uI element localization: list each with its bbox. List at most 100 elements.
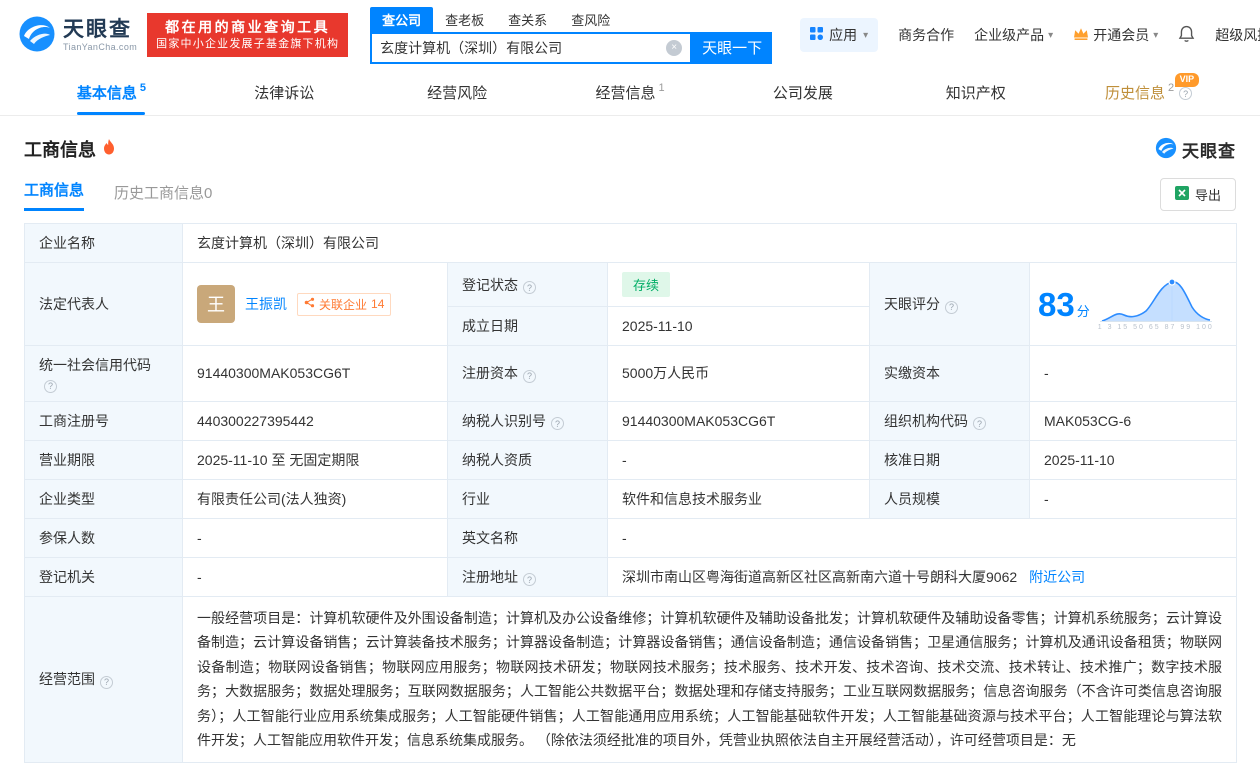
label-text: 组织机构代码	[884, 413, 968, 429]
field-value: 91440300MAK053CG6T	[183, 346, 448, 402]
field-value: 存续	[608, 263, 870, 307]
score-unit: 分	[1077, 304, 1090, 319]
legal-rep-link[interactable]: 王振凯	[245, 294, 287, 314]
help-icon[interactable]: ?	[523, 281, 536, 294]
label-text: 成立日期	[462, 318, 518, 334]
field-label: 行业	[448, 479, 608, 518]
company-name: 玄度计算机（深圳）有限公司	[197, 235, 379, 251]
field-label: 参保人数	[25, 518, 183, 557]
field-value: 一般经营项目是：计算机软硬件及外围设备制造；计算机及办公设备维修；计算机软硬件及…	[183, 596, 1237, 762]
tab-company-development[interactable]: 公司发展	[716, 70, 889, 115]
nearby-companies-link[interactable]: 附近公司	[1029, 569, 1085, 585]
export-button[interactable]: 导出	[1160, 178, 1236, 211]
help-icon[interactable]: ?	[100, 676, 113, 689]
open-membership-label: 开通会员	[1093, 25, 1149, 45]
hot-flame-icon	[102, 139, 116, 160]
search-tab-risk[interactable]: 查风险	[559, 7, 622, 32]
promo-banner: 都在用的商业查询工具 国家中小企业发展子基金旗下机构	[147, 13, 348, 58]
top-right-nav: 应用 ▾ 商务合作 企业级产品 ▾ 开通会员 ▾ 超级风控	[800, 18, 1260, 52]
search-tabs: 查公司 查老板 查关系 查风险	[370, 7, 772, 32]
section-header: 工商信息 天眼查	[24, 136, 1236, 162]
clear-search-icon[interactable]: ×	[666, 40, 682, 56]
value-text: 91440300MAK053CG6T	[197, 365, 350, 381]
table-row: 登记机关 - 注册地址? 深圳市南山区粤海街道高新区社区高新南六道十号朗科大厦9…	[25, 557, 1237, 596]
field-value: 有限责任公司(法人独资)	[183, 479, 448, 518]
legal-rep-content: 王 王振凯 关联企业 14	[197, 285, 433, 323]
field-label: 登记状态?	[448, 263, 608, 307]
avatar[interactable]: 王	[197, 285, 235, 323]
field-value: -	[183, 557, 448, 596]
crown-icon	[1073, 27, 1089, 44]
subtab-business-registration[interactable]: 工商信息	[24, 179, 84, 211]
field-label: 注册资本?	[448, 346, 608, 402]
related-icon	[304, 297, 315, 311]
help-icon[interactable]: ?	[523, 370, 536, 383]
search-row: × 天眼一下	[370, 32, 772, 64]
tab-business-info[interactable]: 经营信息 1	[544, 70, 717, 115]
chevron-down-icon: ▾	[1048, 30, 1053, 41]
label-text: 行业	[462, 491, 490, 507]
vip-badge: VIP	[1175, 73, 1200, 87]
tab-basic-info[interactable]: 基本信息 5	[25, 70, 198, 115]
field-label: 营业期限	[25, 440, 183, 479]
notification-bell-button[interactable]	[1178, 25, 1195, 46]
tianyancha-watermark: 天眼查	[1155, 137, 1236, 162]
label-text: 注册资本	[462, 365, 518, 381]
field-value: 91440300MAK053CG6T	[608, 401, 870, 440]
help-icon[interactable]: ?	[973, 417, 986, 430]
chevron-down-icon: ▾	[1153, 30, 1158, 41]
related-companies-badge[interactable]: 关联企业 14	[297, 293, 391, 316]
search-tab-boss[interactable]: 查老板	[433, 7, 496, 32]
value-text: -	[197, 569, 202, 585]
value-text: 2025-11-10	[622, 318, 693, 334]
super-risk-menu[interactable]: 超级风控	[1215, 25, 1260, 45]
field-value: 2025-11-10	[608, 307, 870, 346]
value-text: -	[1044, 491, 1049, 507]
value-text: 440300227395442	[197, 413, 314, 429]
search-tab-company[interactable]: 查公司	[370, 7, 433, 32]
enterprise-product-menu[interactable]: 企业级产品 ▾	[974, 25, 1053, 45]
value-text: MAK053CG-6	[1044, 413, 1131, 429]
help-icon[interactable]: ?	[551, 417, 564, 430]
field-value: 5000万人民币	[608, 346, 870, 402]
field-value: 软件和信息技术服务业	[608, 479, 870, 518]
field-label: 天眼评分?	[870, 263, 1030, 346]
search-button[interactable]: 天眼一下	[692, 32, 772, 64]
promo-line1: 都在用的商业查询工具	[156, 18, 339, 38]
tab-label: 历史信息	[1105, 82, 1165, 103]
business-cooperation-link[interactable]: 商务合作	[898, 25, 954, 45]
tianyancha-logo[interactable]: 天眼查 TianYanCha.com	[18, 15, 137, 56]
value-text: -	[197, 530, 202, 546]
tab-label: 公司发展	[773, 82, 833, 103]
label-text: 注册地址	[462, 569, 518, 585]
tab-history-info[interactable]: 历史信息 2 ? VIP	[1062, 70, 1235, 115]
related-label: 关联企业	[319, 296, 367, 313]
field-label: 纳税人资质	[448, 440, 608, 479]
apps-menu[interactable]: 应用 ▾	[800, 18, 878, 52]
related-count: 14	[371, 297, 384, 311]
field-value: 深圳市南山区粤海街道高新区社区高新南六道十号朗科大厦9062附近公司	[608, 557, 1237, 596]
label-text: 实缴资本	[884, 365, 940, 381]
tab-legal-proceedings[interactable]: 法律诉讼	[198, 70, 371, 115]
field-label: 纳税人识别号?	[448, 401, 608, 440]
field-value: 440300227395442	[183, 401, 448, 440]
field-label: 实缴资本	[870, 346, 1030, 402]
label-text: 人员规模	[884, 491, 940, 507]
search-input[interactable]	[372, 40, 666, 56]
search-tab-relation[interactable]: 查关系	[496, 7, 559, 32]
excel-icon	[1175, 186, 1189, 203]
help-icon[interactable]: ?	[523, 573, 536, 586]
subtab-history-registration[interactable]: 历史工商信息0	[114, 182, 212, 211]
help-icon[interactable]: ?	[44, 380, 57, 393]
logo-name: 天眼查	[63, 19, 137, 40]
help-icon[interactable]: ?	[1179, 87, 1192, 100]
value-text: -	[622, 452, 627, 468]
tab-intellectual-property[interactable]: 知识产权	[889, 70, 1062, 115]
table-row: 法定代表人 王 王振凯 关联企业 14 登记状态? 存续 天眼评分?	[25, 263, 1237, 307]
help-icon[interactable]: ?	[945, 301, 958, 314]
tab-operational-risk[interactable]: 经营风险	[371, 70, 544, 115]
open-membership-menu[interactable]: 开通会员 ▾	[1073, 25, 1158, 45]
page-title: 工商信息	[24, 136, 96, 162]
logo-domain: TianYanCha.com	[63, 43, 137, 52]
label-text: 登记状态	[462, 277, 518, 293]
